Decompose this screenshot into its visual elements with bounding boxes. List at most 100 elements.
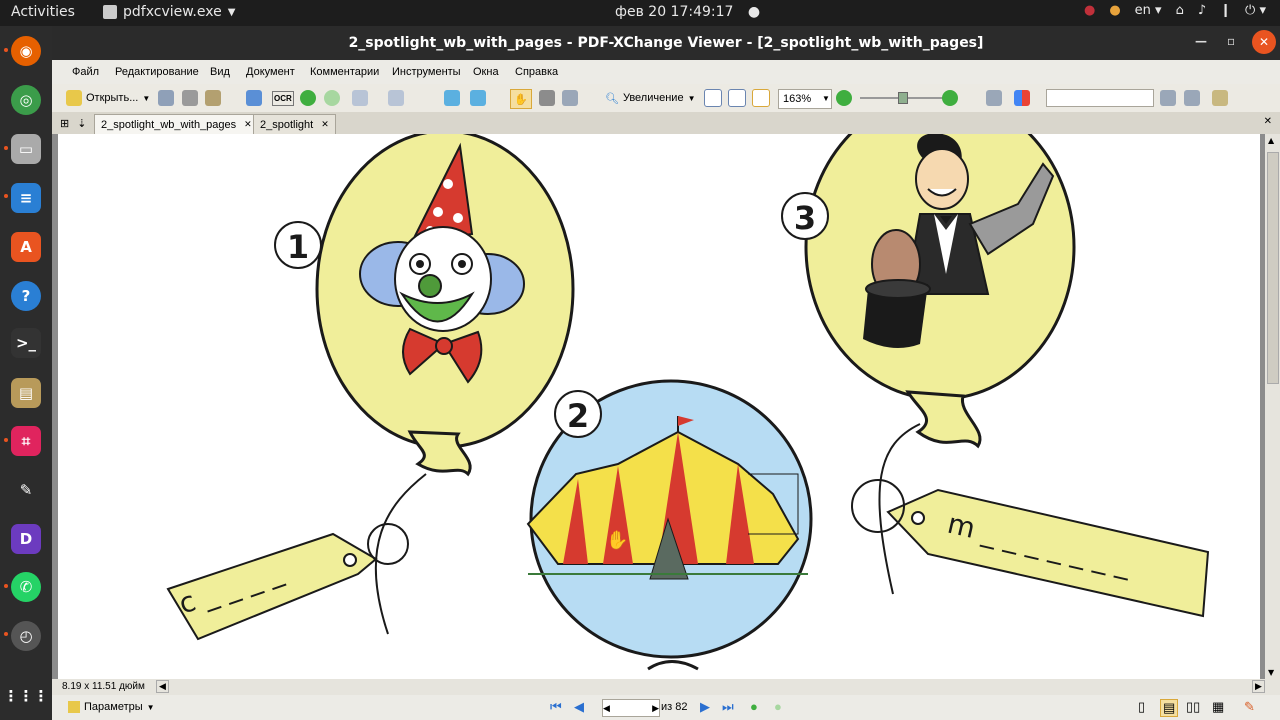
writer-icon[interactable]: ≡	[11, 183, 41, 213]
forward-button[interactable]	[324, 89, 340, 107]
activities-button[interactable]: Activities	[11, 4, 75, 20]
terminal-icon[interactable]: >_	[11, 328, 41, 358]
power-icon[interactable]: ⏻ ▾	[1245, 3, 1266, 18]
record-icon[interactable]: ●	[1084, 3, 1095, 18]
find-next-button[interactable]	[1184, 89, 1200, 107]
zoom-slider-thumb[interactable]	[898, 92, 908, 104]
fit-page-icon	[728, 89, 746, 107]
history-forward-icon[interactable]: ●	[774, 699, 782, 714]
scan-button[interactable]	[246, 89, 262, 107]
last-page-icon[interactable]: ⏭	[722, 699, 734, 715]
vertical-scrollbar[interactable]: ▲ ▼	[1265, 134, 1280, 679]
horizontal-scrollbar[interactable]: 8.19 x 11.51 дюйм ◀ ▶	[52, 679, 1280, 695]
find-previous-button[interactable]	[1160, 89, 1176, 107]
firefox-icon[interactable]: ◉	[11, 36, 41, 66]
scroll-right-icon[interactable]: ▶	[1252, 680, 1265, 693]
files-icon[interactable]: ▭	[11, 134, 41, 164]
single-page-view-icon[interactable]: ▯	[1138, 699, 1145, 715]
tab-workbook[interactable]: 2_spotlight_wb_with_pages ✕	[94, 114, 259, 134]
fit-page-button[interactable]	[728, 89, 746, 107]
redo-button[interactable]	[388, 89, 404, 107]
close-document-icon[interactable]: ✕	[1264, 116, 1272, 127]
minimize-icon[interactable]: —	[1195, 34, 1207, 48]
clock[interactable]: фев 20 17:49:17 ●	[615, 4, 760, 20]
close-icon[interactable]: ✕	[321, 119, 329, 130]
email-button[interactable]	[205, 89, 221, 107]
links-button[interactable]	[986, 89, 1002, 107]
status-tools-icon[interactable]: ✎	[1244, 699, 1255, 715]
app-menu[interactable]: pdfxcview.exe ▼	[103, 4, 235, 20]
zoom-out-icon	[836, 90, 852, 106]
close-icon[interactable]: ✕	[244, 119, 252, 130]
previous-page-icon[interactable]: ◀	[574, 699, 584, 715]
open-label: Открыть...	[86, 92, 139, 104]
scroll-down-icon[interactable]: ▼	[1268, 668, 1274, 677]
menu-help[interactable]: Справка	[515, 66, 558, 78]
email-icon	[205, 90, 221, 106]
volume-icon[interactable]: ♪	[1198, 3, 1206, 18]
continuous-view-icon[interactable]: ▤	[1160, 699, 1179, 717]
system-tray[interactable]: ● ● en ▾ ⌂ ♪ ❙ ⏻ ▾	[1084, 3, 1266, 18]
menu-view[interactable]: Вид	[210, 66, 230, 78]
comment-tools-button[interactable]	[1212, 89, 1228, 107]
chrome-icon[interactable]: ◎	[11, 85, 41, 115]
annotation-icon[interactable]: ✎	[11, 475, 41, 505]
clock-app-icon[interactable]: ◴	[11, 621, 41, 651]
undo-icon	[352, 90, 368, 106]
save-button[interactable]	[158, 89, 174, 107]
clock-text: фев 20 17:49:17	[615, 4, 734, 20]
whatsapp-icon[interactable]: ✆	[11, 572, 41, 602]
menu-edit[interactable]: Редактирование	[115, 66, 199, 78]
zoom-dropdown[interactable]: ▼	[822, 89, 830, 107]
zoom-in-button[interactable]	[942, 89, 958, 107]
network-icon[interactable]: ⌂	[1176, 3, 1184, 18]
menu-comments[interactable]: Комментарии	[310, 66, 379, 78]
first-page-icon[interactable]: ⏮	[550, 699, 562, 715]
rotate-left-button[interactable]	[444, 89, 460, 107]
zoom-slider[interactable]	[860, 89, 944, 107]
menu-windows[interactable]: Окна	[473, 66, 499, 78]
menu-document[interactable]: Документ	[246, 66, 295, 78]
microphone-icon[interactable]: ❙	[1220, 3, 1231, 18]
archive-icon[interactable]: ▤	[11, 378, 41, 408]
scroll-thumb[interactable]	[1267, 152, 1279, 384]
snapshot-button[interactable]	[539, 89, 555, 107]
show-apps-icon[interactable]: ⋮⋮⋮	[4, 681, 49, 711]
rotate-right-button[interactable]	[470, 89, 486, 107]
software-center-icon[interactable]: A	[11, 232, 41, 262]
tab-list-controls[interactable]: ⊞ ⇣	[54, 114, 92, 133]
actual-size-button[interactable]	[704, 89, 722, 107]
chrome-indicator-icon[interactable]: ●	[1109, 3, 1120, 18]
fit-width-icon	[752, 89, 770, 107]
tutanota-icon[interactable]: D	[11, 524, 41, 554]
continuous-facing-view-icon[interactable]: ▦	[1212, 699, 1224, 715]
select-tool-button[interactable]	[562, 89, 578, 107]
params-button[interactable]: Параметры ▼	[68, 701, 155, 713]
facing-view-icon[interactable]: ▯▯	[1186, 699, 1200, 715]
menu-tools[interactable]: Инструменты	[392, 66, 461, 78]
google-search-button[interactable]	[1014, 89, 1030, 107]
menu-file[interactable]: Файл	[72, 66, 99, 78]
history-back-icon[interactable]: ●	[750, 699, 758, 714]
document-view[interactable]: 1 c _ _ _ _ 2 3 m _ _ _ _ _ _ _ ✋ ▲ ▼	[52, 134, 1280, 679]
zoom-out-button[interactable]	[836, 89, 852, 107]
hand-tool-button[interactable]: ✋	[510, 89, 532, 109]
screenshot-tool-icon[interactable]: ⌗	[11, 426, 41, 456]
search-input[interactable]	[1046, 89, 1154, 107]
fit-width-button[interactable]	[752, 89, 770, 107]
page-number-input[interactable]: ◀ ▶	[602, 699, 660, 717]
back-button[interactable]	[300, 89, 316, 107]
undo-button[interactable]	[352, 89, 368, 107]
print-button[interactable]	[182, 89, 198, 107]
maximize-icon[interactable]: ▫	[1227, 34, 1235, 48]
help-icon[interactable]: ?	[11, 281, 41, 311]
open-button[interactable]: Открыть... ▼	[66, 89, 150, 107]
zoom-tool-button[interactable]: 🔍︎ Увеличение ▼	[605, 89, 695, 107]
close-icon[interactable]: ✕	[1252, 30, 1276, 54]
next-page-icon[interactable]: ▶	[700, 699, 710, 715]
scroll-up-icon[interactable]: ▲	[1268, 136, 1274, 145]
tab-spotlight[interactable]: 2_spotlight ✕	[253, 114, 336, 134]
scroll-left-icon[interactable]: ◀	[156, 680, 169, 693]
language-indicator[interactable]: en ▾	[1135, 3, 1162, 18]
ocr-button[interactable]: OCR	[272, 89, 294, 107]
